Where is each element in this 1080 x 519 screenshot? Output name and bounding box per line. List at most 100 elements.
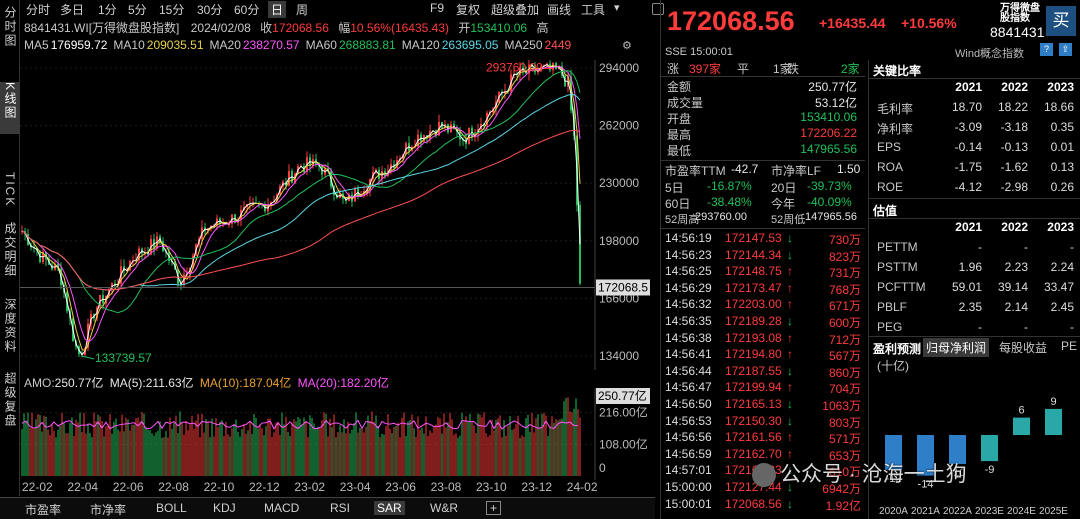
low-annotation-pointer <box>81 355 95 360</box>
tab-pb[interactable]: 市净率 <box>90 501 126 518</box>
price-change: +16435.44 <box>819 15 886 31</box>
period-60min[interactable]: 60分 <box>234 1 259 18</box>
ma250-line <box>21 129 581 291</box>
tab-wr[interactable]: W&R <box>430 501 458 515</box>
nav-tick[interactable]: TICK <box>0 172 20 210</box>
tick-volume: 1.92亿 <box>825 498 861 513</box>
tab-rsi[interactable]: RSI <box>330 501 350 515</box>
profit-bar-label: 6 <box>1018 405 1024 417</box>
kline-chart[interactable]: 2940002620002300001980001660001340001720… <box>20 60 650 370</box>
period-15min[interactable]: 15分 <box>159 1 184 18</box>
volume-tick: 216.00亿 <box>599 405 648 420</box>
high-label: 高 <box>536 21 549 35</box>
range-label: 幅 <box>338 21 351 35</box>
nav-trade-detail[interactable]: 成交明细 <box>0 222 20 281</box>
tab-eps[interactable]: 每股收益 <box>999 339 1047 356</box>
w52l-label: 52周低 <box>771 214 806 226</box>
ma-legend: MA5 176959.72 MA10 209035.51 MA20 238270.57 MA… <box>24 38 577 52</box>
draw-line-button[interactable]: 画线 <box>547 1 571 18</box>
pe-label: 市盈率TTM <box>665 164 726 178</box>
price-tick: 230000 <box>599 176 639 190</box>
volume-chart[interactable]: 216.00亿 108.00亿 0 250.77亿 <box>20 388 650 480</box>
nav-replay-label: 超级复盘 <box>3 372 17 428</box>
tab-kdj[interactable]: KDJ <box>213 501 236 515</box>
flat-label: 平 <box>737 62 750 76</box>
share-icon[interactable]: ⇪ <box>1059 43 1072 56</box>
wechat-icon <box>752 463 776 488</box>
ma-label: MA120 <box>401 38 440 52</box>
time-tick: 22-10 <box>203 480 235 494</box>
ratio-value: 0.13 <box>1050 160 1074 174</box>
time-tick: 22-12 <box>249 480 280 494</box>
tab-macd[interactable]: MACD <box>264 501 299 515</box>
profit-bar <box>1013 417 1030 435</box>
perf-label: 60日 <box>665 197 691 211</box>
ratio-value: - <box>1024 320 1028 334</box>
tick-volume: 704万 <box>828 382 861 397</box>
period-day[interactable]: 日 <box>268 1 287 18</box>
nav-depth[interactable]: 深度资料 <box>0 298 20 357</box>
ratio-value: 2.14 <box>1004 300 1028 314</box>
ratio-value: - <box>978 240 982 254</box>
overlay-button[interactable]: 超级叠加 <box>491 1 539 18</box>
ratios-panel: 关键比率 2021 2022 2023 毛利率 18.70 18.22 18.66 净利率 -3… <box>868 60 1080 519</box>
watermark-text: 公众号 · 沧海一土狗 <box>780 463 967 486</box>
tick-time: 14:56:32 <box>665 297 712 312</box>
add-tab-icon[interactable]: + <box>486 501 502 515</box>
tick-volume: 803万 <box>828 415 861 430</box>
tab-profit-pe[interactable]: PE <box>1061 339 1077 353</box>
indicator-tabs: 市盈率 市净率 BOLL KDJ MACD RSI SAR W&R + <box>0 497 655 519</box>
time-tick: 22-06 <box>112 480 144 494</box>
profit-category: 2024E <box>1007 506 1036 517</box>
buy-button[interactable]: 买 <box>1046 6 1076 36</box>
period-timeshare[interactable]: 分时 <box>26 1 50 18</box>
nav-timeshare[interactable]: 分时图 <box>0 6 20 51</box>
range-value: 10.56%(16435.43) <box>350 21 449 35</box>
tick-volume: 823万 <box>828 249 861 264</box>
price-tick: 262000 <box>599 119 639 133</box>
low-annotation: 133739.57 <box>95 351 152 365</box>
nav-replay[interactable]: 超级复盘 <box>0 372 20 431</box>
tick-row: 15:00:01 172068.56 ↓ 1.92亿 <box>661 497 865 517</box>
f9-button[interactable]: F9 <box>430 1 444 15</box>
time-tick: 23-10 <box>476 480 507 494</box>
ma-value: 268883.81 <box>338 38 396 52</box>
period-multiday[interactable]: 多日 <box>60 1 84 18</box>
period-5min[interactable]: 5分 <box>128 1 147 18</box>
ratio-row: PSTTM 1.96 2.23 2.24 <box>869 260 1080 280</box>
help-icon[interactable]: ? <box>1040 43 1053 56</box>
nav-depth-label: 深度资料 <box>3 298 17 354</box>
nav-timeshare-label: 分时图 <box>3 6 17 48</box>
tick-price: 172147.53 <box>725 231 782 245</box>
period-1min[interactable]: 1分 <box>98 1 117 18</box>
settings-icon[interactable]: ⚙ <box>622 39 632 52</box>
time-tick: 23-12 <box>521 480 553 494</box>
time-tick: 23-06 <box>385 480 416 494</box>
pb-value: 1.50 <box>837 162 861 176</box>
ma-item: MA120 263695.05 <box>402 38 499 52</box>
time-tick: 22-08 <box>158 480 189 494</box>
quote-panel: 172068.56 +16435.44 +10.56% SSE 15:00:01… <box>660 0 957 519</box>
quote-field-value: 153410.06 <box>800 110 857 124</box>
ratio-value: 2.45 <box>1050 300 1074 314</box>
ratio-value: - <box>1070 320 1074 334</box>
period-week[interactable]: 周 <box>296 1 308 18</box>
volume-tick-zero: 0 <box>599 461 606 475</box>
tab-pe[interactable]: 市盈率 <box>25 501 61 518</box>
more-icon[interactable]: ▾ <box>614 1 620 14</box>
down-count: 2家 <box>841 62 860 76</box>
quote-field-label: 最高 <box>667 128 692 142</box>
tick-time: 14:56:23 <box>665 247 712 262</box>
tab-sar[interactable]: SAR <box>374 501 405 515</box>
adjust-button[interactable]: 复权 <box>456 1 480 18</box>
ratio-row: PCFTTM 59.01 39.14 33.47 <box>869 280 1080 300</box>
nav-kline[interactable]: K线图 <box>0 82 20 134</box>
profit-bar-label: -9 <box>985 464 995 476</box>
tab-boll[interactable]: BOLL <box>156 501 187 515</box>
period-30min[interactable]: 30分 <box>197 1 222 18</box>
concept-link[interactable]: Wind概念指数 <box>955 45 1024 61</box>
quote-field-value: 172206.22 <box>800 126 857 140</box>
tab-net-profit[interactable]: 归母净利润 <box>923 338 990 357</box>
tools-button[interactable]: 工具 <box>581 1 605 18</box>
ma-value: 263695.05 <box>441 38 499 52</box>
